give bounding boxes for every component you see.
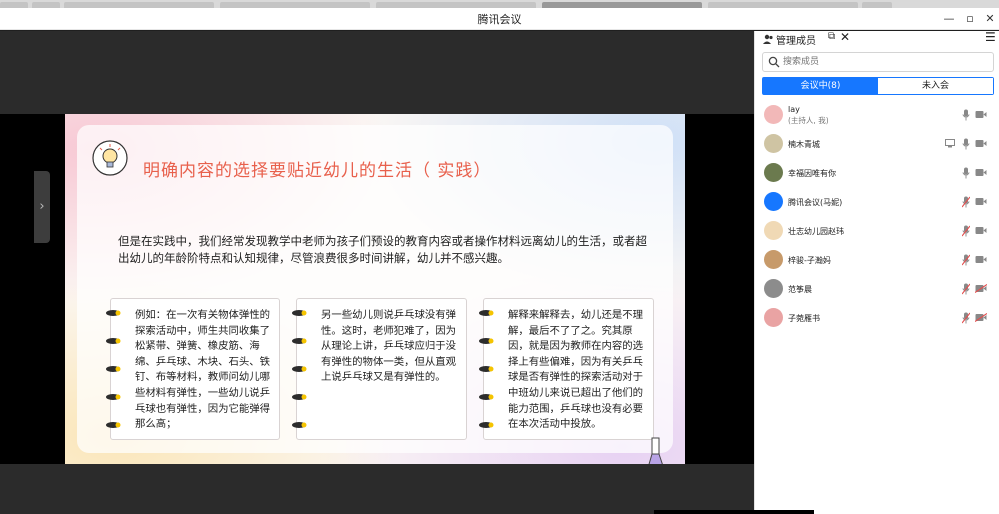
mic-muted-icon[interactable] xyxy=(962,312,970,324)
popout-icon[interactable]: ⧉ xyxy=(828,31,839,43)
member-row[interactable]: 楠木青城 xyxy=(755,130,999,158)
camera-icon[interactable] xyxy=(975,197,987,206)
avatar xyxy=(764,250,783,269)
card-text: 例如：在一次有关物体弹性的探索活动中，师生共同收集了松紧带、弹簧、橡皮筋、海绵、… xyxy=(135,309,271,431)
member-name: 子菀雁书 xyxy=(788,314,820,323)
camera-icon[interactable] xyxy=(975,168,987,177)
card-text: 另一些幼儿则说乒乓球没有弹性。这时，老师犯难了，因为从理论上讲，乒乓球应归于没有… xyxy=(321,309,457,384)
mic-icon[interactable] xyxy=(962,109,970,121)
binder-ring-icon xyxy=(479,310,494,316)
mic-icon[interactable] xyxy=(962,167,970,179)
tencent-meeting-window: 腾讯会议 — ▫ ✕ › 明确内容的选择要贴近幼儿的生活（ 实践） 但是在实践中… xyxy=(0,0,999,514)
mic-muted-icon[interactable] xyxy=(962,254,970,266)
member-name: 腾讯会议(马妮) xyxy=(788,198,843,207)
member-name: 壮志幼儿园赵玮 xyxy=(788,227,844,236)
member-search[interactable] xyxy=(762,52,994,72)
avatar xyxy=(764,163,783,182)
avatar xyxy=(764,192,783,211)
avatar xyxy=(764,221,783,240)
tab-not-joined[interactable]: 未入会 xyxy=(878,78,993,94)
member-row[interactable]: 梓骏-子瀚妈 xyxy=(755,246,999,274)
binder-ring-icon xyxy=(479,338,494,344)
avatar xyxy=(764,105,783,124)
tab-in-meeting[interactable]: 会议中(8) xyxy=(763,78,878,94)
camera-icon[interactable] xyxy=(975,110,987,119)
mic-icon[interactable] xyxy=(962,138,970,150)
camera-off-icon[interactable] xyxy=(975,313,987,322)
content-card: 解释来解释去，幼儿还是不理解，最后不了了之。究其原因，就是因为教师在内容的选择上… xyxy=(479,298,654,440)
binder-ring-icon xyxy=(292,310,307,316)
restore-icon[interactable]: ▫ xyxy=(961,11,979,27)
mic-muted-icon[interactable] xyxy=(962,225,970,237)
member-name: 梓骏-子瀚妈 xyxy=(788,256,831,265)
card-text: 解释来解释去，幼儿还是不理解，最后不了了之。究其原因，就是因为教师在内容的选择上… xyxy=(508,309,644,431)
expand-handle-icon[interactable]: › xyxy=(34,171,50,243)
binder-ring-icon xyxy=(479,422,494,428)
member-name: 幸福因唯有你 xyxy=(788,169,836,178)
binder-ring-icon xyxy=(292,366,307,372)
member-panel: 管理成员 ⧉ ✕ ☰ 会议中(8) 未入会 lay (主持人, 我) 楠木青城幸福因… xyxy=(754,30,999,514)
binder-ring-icon xyxy=(479,394,494,400)
scrollbar[interactable] xyxy=(654,510,814,514)
binder-ring-icon xyxy=(292,338,307,344)
screen-share-icon[interactable] xyxy=(945,139,955,148)
camera-icon[interactable] xyxy=(975,255,987,264)
slide-title: 明确内容的选择要贴近幼儿的生活（ 实践） xyxy=(143,161,492,181)
mic-muted-icon[interactable] xyxy=(962,196,970,208)
member-row[interactable]: 壮志幼儿园赵玮 xyxy=(755,217,999,245)
binder-ring-icon xyxy=(479,366,494,372)
member-role: (主持人, 我) xyxy=(788,116,829,125)
member-row[interactable]: 子菀雁书 xyxy=(755,304,999,332)
member-tabs: 会议中(8) 未入会 xyxy=(762,77,994,95)
binder-ring-icon xyxy=(106,394,121,400)
browser-tab-strip xyxy=(0,0,999,8)
avatar xyxy=(764,308,783,327)
binder-ring-icon xyxy=(292,422,307,428)
mic-muted-icon[interactable] xyxy=(962,283,970,295)
avatar xyxy=(764,279,783,298)
slide-intro-text: 但是在实践中，我们经常发现教学中老师为孩子们预设的教育内容或者操作材料远离幼儿的… xyxy=(118,234,647,265)
member-name: 范筝晨 xyxy=(788,285,812,294)
binder-ring-icon xyxy=(292,394,307,400)
lightbulb-icon xyxy=(92,140,128,176)
minimize-icon[interactable]: — xyxy=(940,11,958,27)
menu-icon[interactable]: ☰ xyxy=(985,30,996,44)
camera-off-icon[interactable] xyxy=(975,284,987,293)
member-name: 楠木青城 xyxy=(788,140,820,149)
panel-header: 管理成员 ⧉ ✕ ☰ xyxy=(755,30,999,49)
close-icon[interactable]: ✕ xyxy=(981,11,999,27)
avatar xyxy=(764,134,783,153)
member-row[interactable]: lay (主持人, 我) xyxy=(755,101,999,129)
camera-icon[interactable] xyxy=(975,226,987,235)
content-card: 另一些幼儿则说乒乓球没有弹性。这时，老师犯难了，因为从理论上讲，乒乓球应归于没有… xyxy=(292,298,467,440)
search-input[interactable] xyxy=(783,54,988,70)
meeting-stage: › 明确内容的选择要贴近幼儿的生活（ 实践） 但是在实践中，我们经常发现教学中老… xyxy=(0,31,754,514)
member-row[interactable]: 腾讯会议(马妮) xyxy=(755,188,999,216)
members-icon xyxy=(763,34,773,44)
member-row[interactable]: 幸福因唯有你 xyxy=(755,159,999,187)
panel-title: 管理成员 xyxy=(776,36,816,47)
binder-ring-icon xyxy=(106,338,121,344)
camera-icon[interactable] xyxy=(975,139,987,148)
search-icon xyxy=(768,56,780,68)
binder-ring-icon xyxy=(106,422,121,428)
content-card: 例如：在一次有关物体弹性的探索活动中，师生共同收集了松紧带、弹簧、橡皮筋、海绵、… xyxy=(106,298,280,440)
shared-slide: 明确内容的选择要贴近幼儿的生活（ 实践） 但是在实践中，我们经常发现教学中老师为… xyxy=(65,114,685,464)
panel-close-icon[interactable]: ✕ xyxy=(840,30,850,44)
title-bar: 腾讯会议 — ▫ ✕ xyxy=(0,8,999,30)
window-title: 腾讯会议 xyxy=(477,13,522,26)
binder-ring-icon xyxy=(106,366,121,372)
binder-ring-icon xyxy=(106,310,121,316)
member-row[interactable]: 范筝晨 xyxy=(755,275,999,303)
flask-icon xyxy=(648,437,663,464)
member-name: lay xyxy=(788,105,800,114)
